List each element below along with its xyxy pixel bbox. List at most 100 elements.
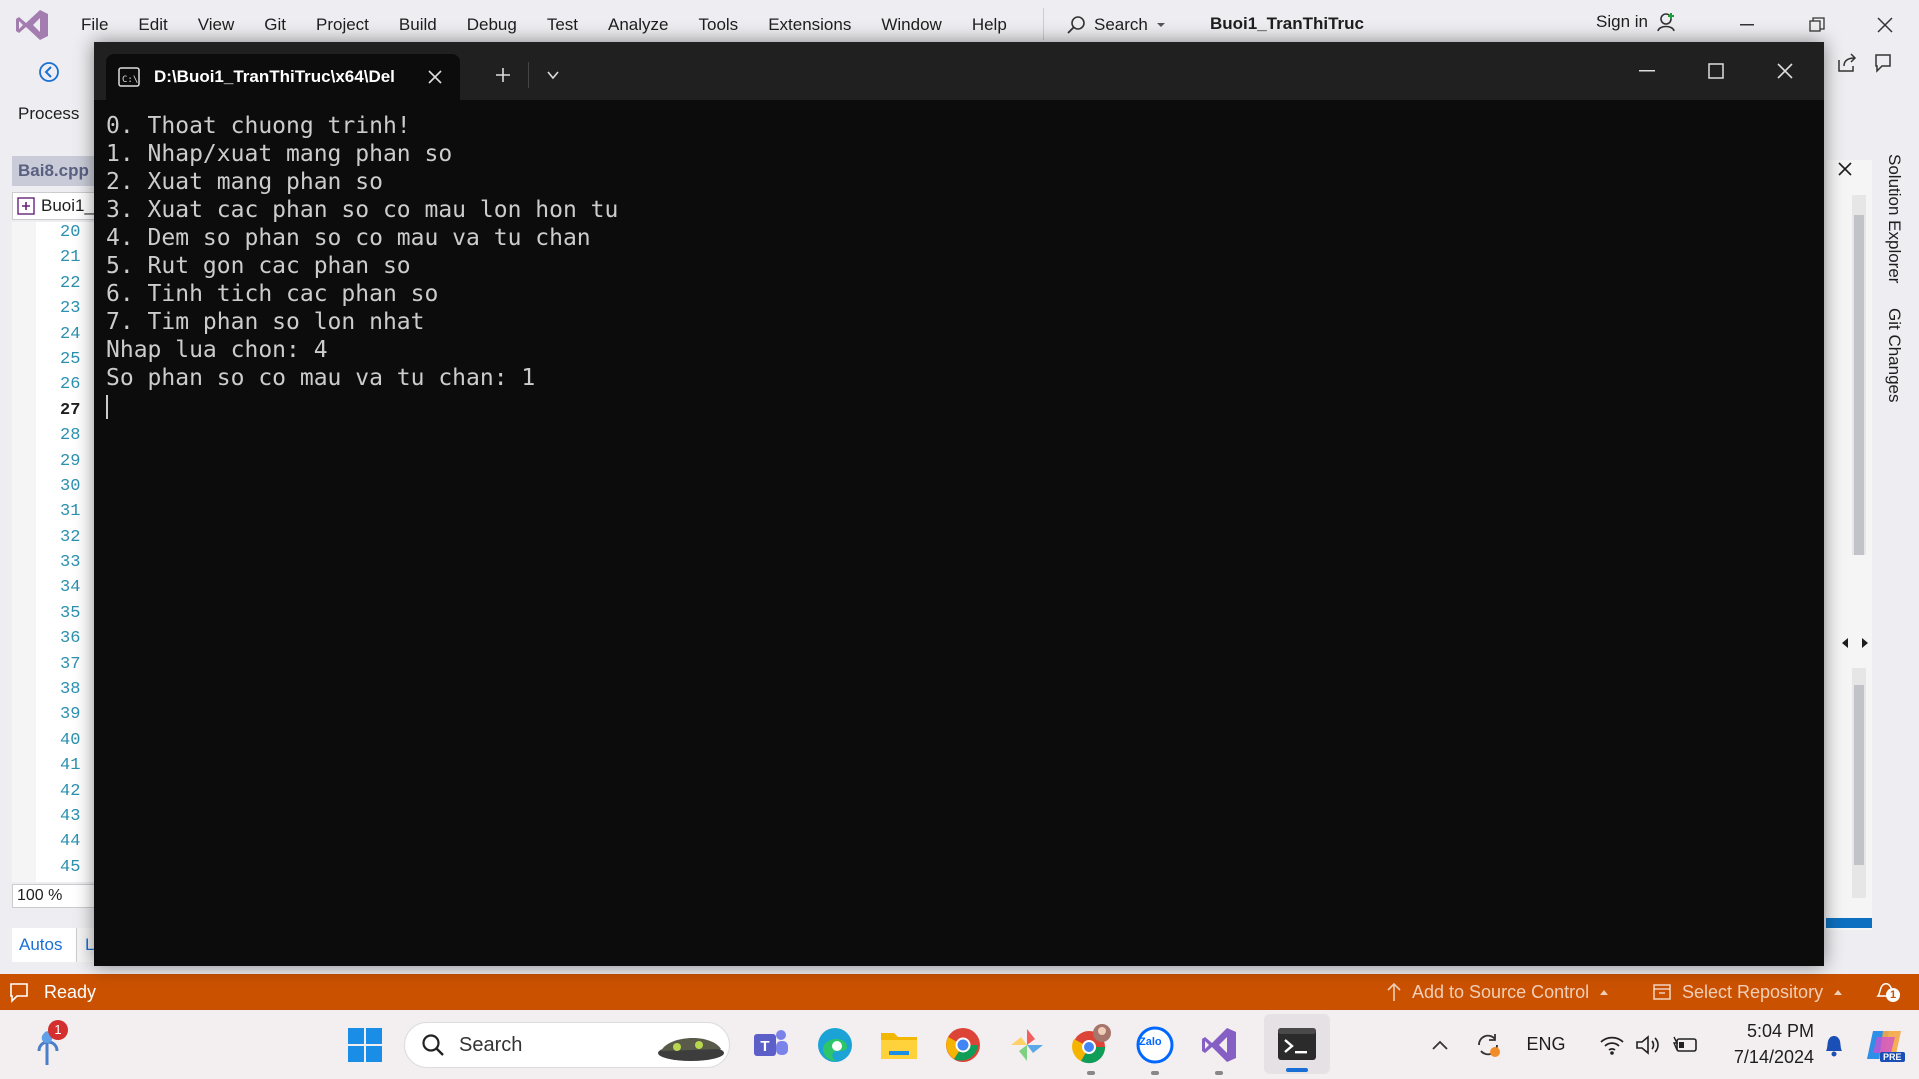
panel-close-icon[interactable] <box>1838 162 1852 181</box>
terminal-tab[interactable]: C:\ D:\Buoi1_TranThiTruc\x64\Del <box>106 54 460 100</box>
chrome-profile-icon <box>1072 1023 1111 1063</box>
vs-search-button[interactable]: Search <box>1066 10 1166 40</box>
system-clock[interactable]: 5:04 PM 7/14/2024 <box>1704 1018 1814 1070</box>
taskbar-search-box[interactable]: Search <box>404 1022 730 1068</box>
terminal-output[interactable]: 0. Thoat chuong trinh! 1. Nhap/xuat mang… <box>106 112 1806 420</box>
lower-panel-scrollbar-thumb[interactable] <box>1854 685 1864 865</box>
tab-solution-explorer[interactable]: Solution Explorer <box>1884 154 1904 283</box>
copilot-pre-badge: PRE <box>1880 1052 1905 1062</box>
terminal-close-button[interactable] <box>1750 42 1819 100</box>
active-indicator <box>1286 1068 1308 1072</box>
taskbar-edge[interactable] <box>808 1010 862 1079</box>
quick-settings-button[interactable] <box>1584 1010 1714 1079</box>
visual-studio-icon <box>1202 1027 1236 1062</box>
command-prompt-icon: C:\ <box>118 67 140 87</box>
tab-separator <box>528 62 529 88</box>
taskbar-search-placeholder: Search <box>459 1033 523 1056</box>
new-tab-button[interactable] <box>488 60 518 90</box>
line-number: 39 <box>60 705 81 725</box>
output-line: 1. Nhap/xuat mang phan so <box>106 141 453 167</box>
taskbar-visual-studio[interactable] <box>1192 1010 1246 1079</box>
close-icon <box>1776 63 1793 79</box>
text-cursor <box>106 394 108 419</box>
start-button[interactable] <box>340 1010 390 1079</box>
navigate-back-icon[interactable] <box>38 61 60 83</box>
status-bar: Ready Add to Source Control Select Repos… <box>0 974 1919 1010</box>
line-number: 33 <box>60 553 81 573</box>
solution-name: Buoi1_TranThiTruc <box>1210 14 1364 33</box>
share-icon[interactable] <box>1836 52 1858 74</box>
vs-search-label: Search <box>1094 15 1148 34</box>
line-number: 42 <box>60 781 81 801</box>
taskbar-chrome[interactable] <box>936 1010 990 1079</box>
output-line: 5. Rut gon cac phan so <box>106 253 411 279</box>
minimize-icon <box>1638 70 1655 72</box>
start-icon <box>348 1027 382 1062</box>
output-line: So phan so co mau va tu chan: 1 <box>106 365 536 391</box>
edge-icon <box>818 1027 852 1062</box>
tab-autos[interactable]: Autos <box>12 928 81 962</box>
line-number: 31 <box>60 502 81 522</box>
menu-separator <box>1043 8 1044 40</box>
repository-icon <box>1653 984 1671 1000</box>
line-number: 29 <box>60 451 81 471</box>
line-number: 23 <box>60 299 81 319</box>
terminal-maximize-button[interactable] <box>1681 42 1750 100</box>
running-indicator <box>1151 1071 1159 1075</box>
vs-toolbar <box>0 52 94 92</box>
output-line: 6. Tinh tich cac phan so <box>106 281 439 307</box>
add-to-source-control-button[interactable]: Add to Source Control <box>1386 974 1609 1010</box>
battery-icon <box>1672 1036 1697 1052</box>
line-number: 44 <box>60 832 81 852</box>
notifications-button[interactable]: 1 <box>1874 980 1902 1004</box>
project-scope-label: Buoi1_ <box>41 196 94 215</box>
select-repository-button[interactable]: Select Repository <box>1652 974 1843 1010</box>
taskbar-teams[interactable]: T <box>744 1010 798 1079</box>
prompt-line <box>106 392 1806 420</box>
weather-widget[interactable]: 1 <box>24 1010 74 1079</box>
feedback-icon[interactable] <box>1872 52 1894 74</box>
document-tab-bai8[interactable]: Bai8.cpp <box>12 156 94 186</box>
taskbar-terminal[interactable] <box>1264 1014 1330 1074</box>
taskbar-zalo[interactable]: Zalo <box>1128 1010 1182 1079</box>
show-hidden-icons-button[interactable] <box>1422 1010 1458 1079</box>
clock-time: 5:04 PM <box>1746 1021 1814 1041</box>
terminal-minimize-button[interactable] <box>1612 42 1681 100</box>
clock-date: 7/14/2024 <box>1733 1047 1814 1067</box>
line-number: 43 <box>60 806 81 826</box>
output-line: 4. Dem so phan so co mau va tu chan <box>106 225 591 251</box>
panel-scrollbar-thumb[interactable] <box>1854 215 1864 555</box>
svg-text:T: T <box>760 1038 769 1055</box>
chevron-up-icon <box>1432 1040 1448 1050</box>
tab-git-changes[interactable]: Git Changes <box>1884 308 1904 403</box>
tab-dropdown-button[interactable] <box>538 60 568 90</box>
caret-up-icon <box>1834 990 1843 995</box>
status-ready-label: Ready <box>44 981 97 1002</box>
line-number: 30 <box>60 476 81 496</box>
output-status-icon[interactable] <box>8 981 30 1003</box>
account-icon <box>1657 13 1675 32</box>
language-indicator[interactable]: ENG <box>1520 1010 1572 1079</box>
line-number: 41 <box>60 756 81 776</box>
scroll-left-right-arrows[interactable] <box>1820 636 1868 655</box>
taskbar-file-explorer[interactable] <box>872 1010 926 1079</box>
taskbar-chrome-profile[interactable] <box>1064 1010 1118 1079</box>
restore-icon <box>1809 17 1825 32</box>
sign-in-button[interactable]: Sign in <box>1596 11 1678 33</box>
notification-center-button[interactable] <box>1814 1010 1854 1079</box>
sync-tray-button[interactable] <box>1468 1010 1508 1079</box>
panel-accent-bar <box>1826 918 1872 928</box>
current-line-number: 27 <box>60 400 81 420</box>
close-tab-icon[interactable] <box>426 68 444 86</box>
copilot-button[interactable]: PRE <box>1862 1010 1908 1079</box>
zoom-level-dropdown[interactable]: 100 % <box>12 884 96 908</box>
vs-close-button[interactable] <box>1855 0 1915 50</box>
line-number: 45 <box>60 857 81 877</box>
search-highlight-image-icon <box>658 1037 724 1061</box>
taskbar-pinwheel-app[interactable] <box>1000 1010 1054 1079</box>
language-label: ENG <box>1526 1034 1566 1054</box>
line-number: 25 <box>60 349 81 369</box>
plus-icon <box>496 68 510 82</box>
project-scope-dropdown[interactable]: Buoi1_ <box>12 192 98 220</box>
line-number: 22 <box>60 273 81 293</box>
